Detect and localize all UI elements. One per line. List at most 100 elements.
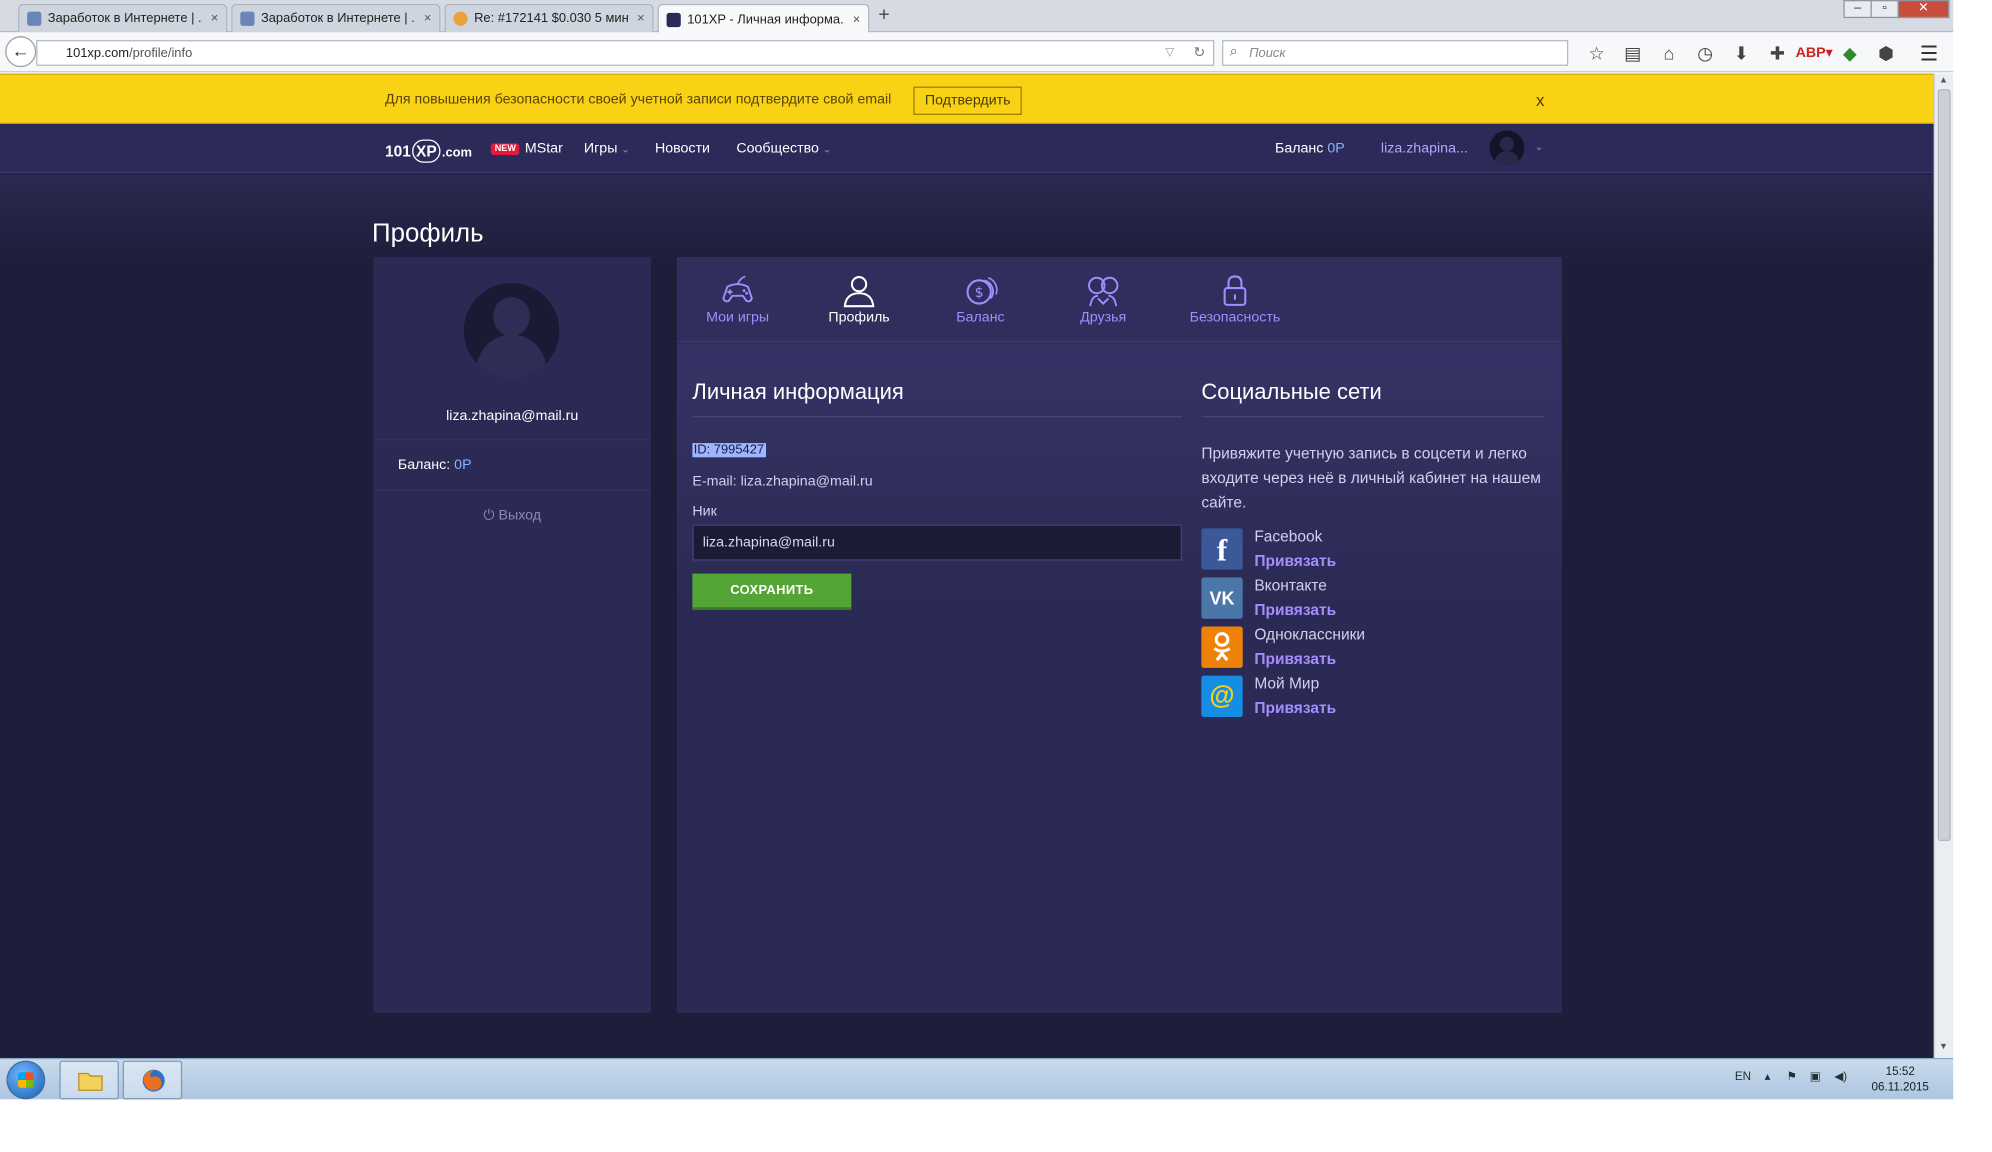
browser-tab-4-active[interactable]: 101XP - Личная информа... × — [657, 3, 870, 34]
link-vk-button[interactable]: Привязать — [1254, 601, 1336, 619]
scroll-down-icon[interactable]: ▼ — [1939, 1042, 1948, 1051]
clock-date: 06.11.2015 — [1871, 1079, 1929, 1093]
social-item-facebook: f Facebook Привязать — [1201, 527, 1537, 575]
browser-tab-title: Заработок в Интернете | ... — [47, 11, 204, 26]
nav-item-news[interactable]: Новости — [655, 141, 710, 157]
history-icon[interactable]: ◷ — [1687, 41, 1723, 64]
search-placeholder: Поиск — [1249, 45, 1286, 61]
start-button[interactable] — [6, 1060, 46, 1100]
adblock-icon[interactable]: ABP▾ — [1796, 41, 1833, 64]
windows-taskbar: EN ▴ ⚑ ▣ ◀) 15:52 06.11.2015 — [0, 1057, 1954, 1100]
logo-text-right: .com — [441, 145, 473, 161]
divider — [373, 489, 652, 491]
avatar-body-shape — [1494, 151, 1520, 166]
tab-security[interactable]: Безопасность — [1181, 257, 1290, 342]
banner-message: Для повышения безопасности своей учетной… — [384, 91, 892, 108]
tab-profile[interactable]: Профиль — [814, 257, 904, 342]
maximize-icon[interactable]: ▫ — [1870, 0, 1899, 19]
header-username[interactable]: liza.zhapina... — [1381, 141, 1468, 157]
reading-list-icon[interactable]: ▤ — [1615, 41, 1651, 64]
close-tab-icon[interactable]: × — [211, 12, 219, 26]
bookmark-star-icon[interactable]: ☆ — [1579, 41, 1615, 64]
browser-tab-3[interactable]: Re: #172141 $0.030 5 мину... × — [444, 3, 654, 33]
close-window-icon[interactable]: ✕ — [1897, 0, 1950, 19]
confirm-email-button[interactable]: Подтвердить — [913, 86, 1023, 115]
volume-icon[interactable]: ◀) — [1834, 1070, 1847, 1084]
addon-green-icon[interactable]: ◆ — [1832, 41, 1868, 64]
logout-label: Выход — [498, 507, 542, 524]
scroll-up-icon[interactable]: ▲ — [1939, 76, 1948, 85]
url-host: 101xp.com — [65, 45, 130, 61]
nav-item-label: MStar — [524, 140, 563, 157]
scrollbar-thumb[interactable] — [1937, 89, 1951, 841]
tab-label: Друзья — [1080, 310, 1127, 326]
minimize-icon[interactable]: – — [1843, 0, 1872, 19]
folder-icon — [78, 1072, 103, 1091]
sidebar-email: liza.zhapina@mail.ru — [446, 408, 579, 424]
sidebar-balance-value: 0P — [454, 457, 472, 473]
clock-time: 15:52 — [1885, 1064, 1915, 1078]
avatar[interactable] — [463, 282, 560, 379]
search-input[interactable]: ⌕ Поиск — [1222, 40, 1569, 66]
system-clock[interactable]: 15:52 06.11.2015 — [1860, 1063, 1940, 1094]
extension-puzzle-icon[interactable]: ✚ — [1759, 41, 1795, 64]
moy-mir-icon[interactable]: @ — [1201, 675, 1243, 717]
menu-icon[interactable]: ☰ — [1920, 41, 1939, 67]
social-name: Вконтакте — [1254, 576, 1327, 595]
network-icon[interactable]: ▣ — [1810, 1070, 1821, 1084]
social-description: Привяжите учетную запись в соцсети и лег… — [1201, 444, 1541, 512]
header-balance-value: 0P — [1327, 140, 1345, 157]
logout-button[interactable]: ⏻ Выход — [373, 508, 651, 525]
odnoklassniki-icon[interactable] — [1201, 626, 1243, 668]
tab-my-games[interactable]: Мои игры — [692, 257, 782, 342]
chevron-down-icon[interactable]: ⌄ — [1535, 141, 1544, 153]
browser-tab-2[interactable]: Заработок в Интернете | ... × — [231, 3, 441, 33]
close-tab-icon[interactable]: × — [424, 12, 432, 26]
reload-icon[interactable]: ↻ — [1193, 44, 1205, 61]
banner-close-button[interactable]: x — [1536, 90, 1544, 109]
flag-icon[interactable]: ⚑ — [1787, 1070, 1797, 1084]
social-name: Facebook — [1254, 527, 1323, 546]
logo-text-left: 101 — [384, 142, 411, 161]
header-balance[interactable]: Баланс 0P — [1275, 141, 1345, 157]
taskbar-firefox[interactable] — [122, 1060, 183, 1100]
nick-label: Ник — [692, 503, 717, 520]
close-tab-icon[interactable]: × — [853, 12, 861, 26]
taskbar-explorer[interactable] — [59, 1060, 119, 1100]
addon-shield-icon[interactable]: ⬢ — [1868, 41, 1904, 64]
vk-icon[interactable]: VK — [1201, 577, 1243, 619]
chevron-down-icon[interactable]: ▽ — [1165, 45, 1174, 59]
window-controls: – ▫ ✕ — [1843, 0, 1950, 19]
avatar[interactable] — [1489, 130, 1525, 166]
close-tab-icon[interactable]: × — [637, 12, 645, 26]
save-button[interactable]: СОХРАНИТЬ — [692, 573, 852, 610]
browser-tab-strip: Заработок в Интернете | ... × Заработок … — [0, 0, 1954, 34]
back-button[interactable]: ← — [5, 36, 37, 68]
link-odnoklassniki-button[interactable]: Привязать — [1254, 650, 1336, 668]
home-icon[interactable]: ⌂ — [1651, 41, 1687, 64]
link-facebook-button[interactable]: Привязать — [1254, 552, 1336, 570]
tab-balance[interactable]: $ Баланс — [935, 257, 1025, 342]
site-logo[interactable]: 101 XP .com — [384, 139, 473, 163]
nick-input[interactable]: liza.zhapina@mail.ru — [692, 524, 1182, 561]
tray-expand-icon[interactable]: ▴ — [1765, 1070, 1771, 1084]
site-favicon-icon — [27, 11, 42, 26]
tab-friends[interactable]: Друзья — [1058, 257, 1148, 342]
coins-icon: $ — [966, 277, 998, 305]
browser-tab-title: Re: #172141 $0.030 5 мину... — [474, 11, 630, 26]
social-name: Мой Мир — [1254, 674, 1320, 693]
tab-label: Баланс — [956, 310, 1005, 326]
new-tab-button[interactable]: + — [878, 4, 889, 26]
nav-item-community[interactable]: Сообщество ⌄ — [736, 141, 831, 157]
page-scrollbar[interactable]: ▲ ▼ — [1933, 73, 1954, 1058]
download-icon[interactable]: ⬇ — [1723, 41, 1759, 64]
browser-tab-1[interactable]: Заработок в Интернете | ... × — [18, 3, 228, 33]
url-bar[interactable]: 101xp.com/profile/info ▽ ↻ — [36, 40, 1215, 66]
facebook-icon[interactable]: f — [1201, 528, 1243, 570]
site-favicon-icon — [666, 12, 681, 27]
nav-item-games[interactable]: Игры ⌄ — [584, 141, 630, 157]
link-moy-mir-button[interactable]: Привязать — [1254, 699, 1336, 717]
language-indicator[interactable]: EN — [1735, 1070, 1751, 1083]
nav-item-mstar[interactable]: NEW MStar — [490, 140, 563, 157]
divider — [1201, 415, 1545, 418]
